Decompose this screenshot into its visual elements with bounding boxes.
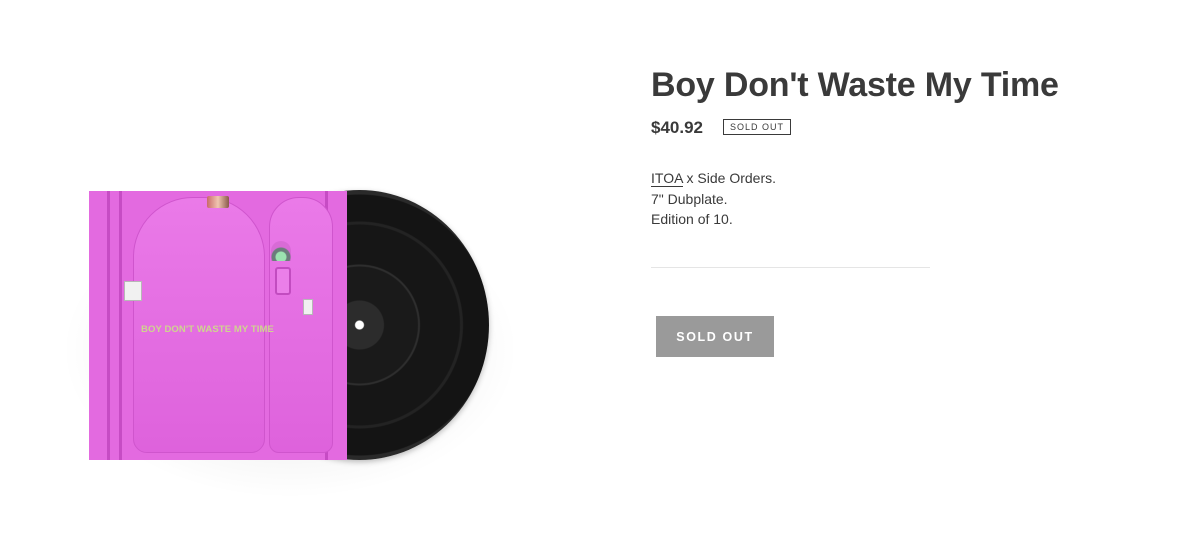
product-description: ITOA x Side Orders. 7" Dubplate. Edition… <box>651 168 776 230</box>
description-line-1: ITOA x Side Orders. <box>651 168 776 189</box>
sold-out-badge: SOLD OUT <box>723 119 792 135</box>
description-line-2: 7" Dubplate. <box>651 190 728 207</box>
product-media: BOY DON'T WASTE MY TIME <box>0 0 600 547</box>
sleeve-sticker <box>207 196 229 208</box>
sleeve-hinge <box>124 281 142 301</box>
itoa-link[interactable]: ITOA <box>651 170 683 187</box>
sleeve-stripe <box>119 191 122 460</box>
sleeve-hinge <box>303 299 313 315</box>
product-price: $40.92 <box>651 118 703 137</box>
sleeve-vent <box>271 241 291 261</box>
sleeve-door-panel <box>269 197 333 453</box>
sleeve-stripe <box>107 191 110 460</box>
product-title: Boy Don't Waste My Time <box>651 66 1059 104</box>
description-line-1-text: x Side Orders. <box>682 170 777 186</box>
sleeve-latch <box>275 267 291 295</box>
album-sleeve-image: BOY DON'T WASTE MY TIME <box>89 191 347 460</box>
divider <box>651 267 930 268</box>
sleeve-title-text: BOY DON'T WASTE MY TIME <box>141 324 274 335</box>
description-line-3: Edition of 10. <box>651 211 733 227</box>
sold-out-button[interactable]: SOLD OUT <box>656 316 774 357</box>
